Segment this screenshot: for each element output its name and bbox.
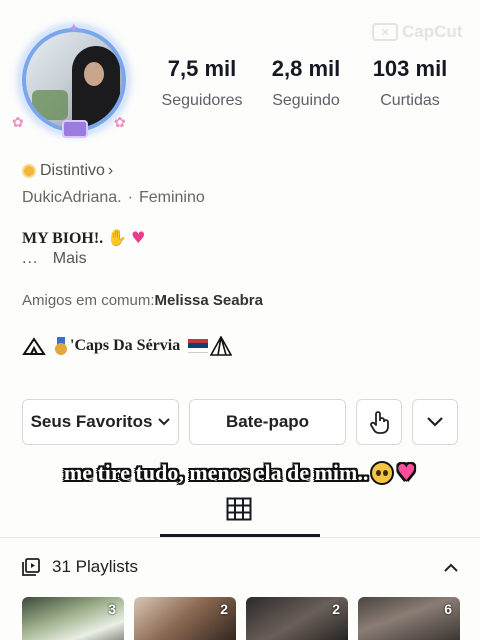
chevron-right-icon: › xyxy=(107,162,114,179)
playlist-thumbnail[interactable]: 2 xyxy=(134,597,236,640)
stat-label: Seguindo xyxy=(272,92,340,109)
bio-text: MY BIOH!. xyxy=(22,230,104,247)
username: DukicAdriana. xyxy=(22,189,122,206)
badge-icon xyxy=(22,164,36,178)
stat-value: 103 mil xyxy=(372,56,448,81)
profile-avatar[interactable]: ✦ ✿ ✿ xyxy=(12,20,134,144)
chevron-down-icon xyxy=(427,417,443,427)
heart-arrow-icon: ♥ xyxy=(396,460,417,486)
username-line: DukicAdriana. · Feminino xyxy=(22,189,205,207)
badge-label: Distintivo xyxy=(40,162,105,179)
tent-icon xyxy=(22,337,46,355)
playlist-icon xyxy=(22,558,40,576)
bio-more[interactable]: ... Mais xyxy=(22,250,87,268)
heart-decoration-icon: ✿ xyxy=(114,114,126,130)
playlist-thumbnail[interactable]: 6 xyxy=(358,597,460,640)
more-options-button[interactable] xyxy=(412,399,458,445)
heart-decoration-icon: ✿ xyxy=(12,114,24,130)
pleading-face-icon xyxy=(370,461,395,485)
mutual-friends[interactable]: Amigos em comum:Melissa Seabra xyxy=(22,292,263,309)
stat-label: Seguidores xyxy=(161,92,243,109)
bio-text-line: MY BIOH!. ✋ ♥ xyxy=(22,228,145,248)
badge-link[interactable]: Distintivo › xyxy=(22,162,113,180)
stat-followers[interactable]: 7,5 mil Seguidores xyxy=(150,56,254,110)
hand-tap-icon xyxy=(370,411,389,434)
mutual-friend-name: Melissa Seabra xyxy=(154,292,263,309)
chat-label: Bate-papo xyxy=(225,412,310,431)
heart-arrow-icon: ♥ xyxy=(131,228,146,247)
playlists-label: 31 Playlists xyxy=(52,557,138,576)
watermark-text: CapCut xyxy=(402,22,463,41)
chevron-up-icon[interactable] xyxy=(444,563,458,572)
capcut-logo-icon: ✕ xyxy=(372,23,398,41)
chat-button[interactable]: Bate-papo xyxy=(189,399,346,445)
raised-hand-icon: ✋ xyxy=(107,228,128,247)
poke-button[interactable] xyxy=(356,399,402,445)
stat-value: 7,5 mil xyxy=(167,56,237,81)
chevron-down-icon xyxy=(158,418,171,426)
videos-grid-tab-icon[interactable] xyxy=(226,497,252,521)
separator-dot: · xyxy=(127,189,133,206)
star-decoration-icon: ✦ xyxy=(68,20,80,36)
avatar-frame-bow xyxy=(62,120,88,138)
profile-stats: 7,5 mil Seguidores 2,8 mil Seguindo 103 … xyxy=(150,56,462,110)
pyramid-icon xyxy=(210,336,233,356)
gender-label: Feminino xyxy=(138,189,205,206)
avatar-photo xyxy=(22,28,126,132)
playlist-thumbnails: 3 2 2 6 xyxy=(22,597,460,640)
overlay-caption: me tire tudo, menos ela de mim.. ♥ xyxy=(0,460,480,486)
caps-text: 'Caps Da Sérvia xyxy=(70,337,181,354)
playlist-video-count: 6 xyxy=(444,601,452,617)
playlists-header[interactable]: 31 Playlists xyxy=(22,555,458,579)
playlist-thumbnail[interactable]: 2 xyxy=(246,597,348,640)
playlist-video-count: 2 xyxy=(332,601,340,617)
bio-more-link[interactable]: Mais xyxy=(53,250,87,267)
bio-ellipsis: ... xyxy=(22,250,39,267)
stat-likes[interactable]: 103 mil Curtidas xyxy=(358,56,462,110)
profile-actions: Seus Favoritos Bate-papo xyxy=(22,399,458,445)
serbia-flag-icon xyxy=(188,339,209,353)
favorites-button[interactable]: Seus Favoritos xyxy=(22,399,179,445)
caption-text: me tire tudo, menos ela de mim.. xyxy=(63,460,369,485)
caps-line: 'Caps Da Sérvia xyxy=(22,336,233,356)
playlist-video-count: 2 xyxy=(220,601,228,617)
medal-icon xyxy=(54,337,68,355)
playlist-video-count: 3 xyxy=(108,601,116,617)
capcut-watermark: ✕ CapCut xyxy=(372,22,462,42)
mutual-friends-prefix: Amigos em comum: xyxy=(22,292,155,309)
stat-following[interactable]: 2,8 mil Seguindo xyxy=(254,56,358,110)
stat-value: 2,8 mil xyxy=(271,56,341,81)
playlist-thumbnail[interactable]: 3 xyxy=(22,597,124,640)
stat-label: Curtidas xyxy=(380,92,440,109)
favorites-label: Seus Favoritos xyxy=(30,412,153,431)
tab-divider xyxy=(0,537,480,538)
